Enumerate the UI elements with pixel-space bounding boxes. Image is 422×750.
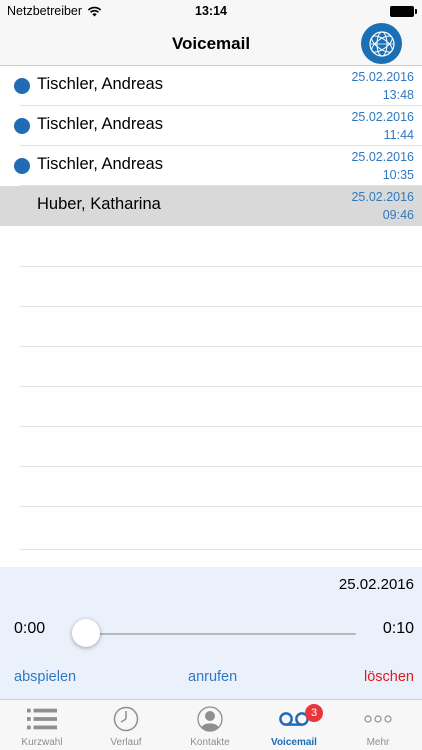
voicemail-row[interactable]: Tischler, Andreas 25.02.2016 10:35 [0, 146, 422, 186]
more-icon [363, 706, 393, 732]
caller-name: Huber, Katharina [37, 195, 161, 213]
player-date: 25.02.2016 [338, 576, 414, 593]
voicemail-row[interactable]: Tischler, Andreas 25.02.2016 13:48 [0, 66, 422, 106]
page-title: Voicemail [171, 34, 251, 53]
tab-label: Mehr [366, 737, 390, 748]
voicemail-row-selected[interactable]: Huber, Katharina 25.02.2016 09:46 [0, 186, 422, 226]
voicemail-date: 25.02.2016 [351, 70, 414, 84]
tab-label: Verlauf [110, 737, 142, 748]
empty-row-divider [20, 426, 422, 427]
voicemail-timestamp: 25.02.2016 11:44 [351, 108, 414, 144]
voicemail-list[interactable]: Tischler, Andreas 25.02.2016 13:48 Tisch… [0, 66, 422, 567]
playback-slider-track[interactable] [86, 633, 356, 635]
tab-verlauf[interactable]: Verlauf [84, 700, 168, 750]
empty-row-divider [20, 506, 422, 507]
voicemail-timestamp: 25.02.2016 09:46 [351, 188, 414, 224]
voicemail-date: 25.02.2016 [351, 110, 414, 124]
tab-voicemail[interactable]: Voicemail [252, 700, 336, 750]
tab-bar: Kurzwahl Verlauf Kontakte Voicemail Mehr… [0, 699, 422, 750]
status-bar: Netzbetreiber 13:14 [0, 0, 422, 22]
voicemail-player: 25.02.2016 0:00 0:10 abspielen anrufen l… [0, 567, 422, 699]
total-duration: 0:10 [382, 620, 414, 637]
unread-dot-icon [14, 118, 30, 134]
list-icon [27, 706, 57, 732]
call-back-button[interactable]: anrufen [188, 669, 237, 685]
voicemail-timestamp: 25.02.2016 10:35 [351, 148, 414, 184]
empty-row-divider [20, 386, 422, 387]
elapsed-time: 0:00 [14, 620, 46, 637]
voicemail-count-badge: 3 [305, 704, 323, 722]
clock-icon [111, 706, 141, 732]
battery-icon [390, 6, 417, 17]
empty-row-divider [20, 306, 422, 307]
tab-mehr[interactable]: Mehr [336, 700, 420, 750]
voicemail-time: 09:46 [382, 208, 414, 222]
unread-dot-icon [14, 158, 30, 174]
globe-logo-icon[interactable] [361, 23, 402, 64]
tab-kontakte[interactable]: Kontakte [168, 700, 252, 750]
unread-dot-icon [14, 78, 30, 94]
tab-label: Kontakte [190, 737, 230, 748]
globe-graphic [368, 30, 395, 57]
play-button[interactable]: abspielen [14, 669, 76, 685]
tab-label: Kurzwahl [21, 737, 63, 748]
empty-row-divider [20, 466, 422, 467]
status-time: 13:14 [195, 4, 227, 18]
playback-slider-thumb[interactable] [72, 619, 100, 647]
voicemail-date: 25.02.2016 [351, 150, 414, 164]
caller-name: Tischler, Andreas [37, 155, 163, 173]
tab-kurzwahl[interactable]: Kurzwahl [0, 700, 84, 750]
navigation-bar: Voicemail [0, 22, 422, 66]
delete-button[interactable]: löschen [364, 669, 414, 685]
empty-row-divider [20, 549, 422, 550]
voicemail-time: 13:48 [382, 88, 414, 102]
voicemail-timestamp: 25.02.2016 13:48 [351, 68, 414, 104]
voicemail-time: 11:44 [383, 128, 414, 142]
voicemail-date: 25.02.2016 [351, 190, 414, 204]
contact-icon [195, 706, 225, 732]
caller-name: Tischler, Andreas [37, 75, 163, 93]
voicemail-row[interactable]: Tischler, Andreas 25.02.2016 11:44 [0, 106, 422, 146]
tab-label: Voicemail [271, 737, 317, 748]
voicemail-time: 10:35 [382, 168, 414, 182]
empty-row-divider [20, 266, 422, 267]
caller-name: Tischler, Andreas [37, 115, 163, 133]
empty-row-divider [20, 346, 422, 347]
